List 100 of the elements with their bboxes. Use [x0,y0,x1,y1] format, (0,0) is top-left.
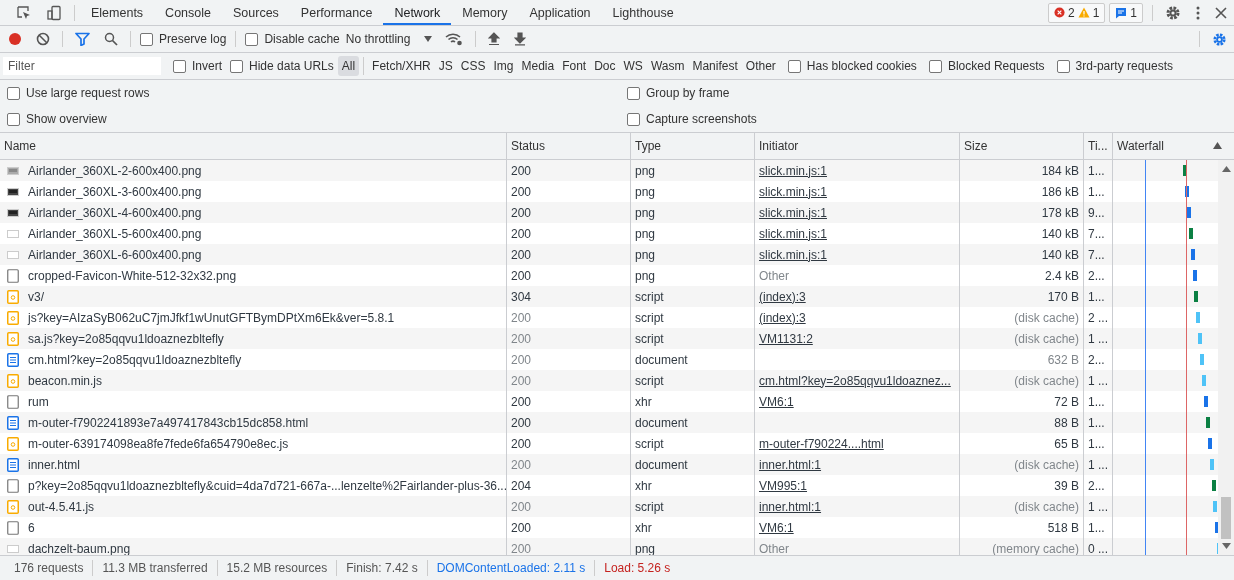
issues-counter[interactable]: 2 1 [1047,2,1106,23]
panel-tab[interactable]: Sources [222,0,290,25]
request-name[interactable]: rum [28,394,49,409]
type-filter-button[interactable]: WS [619,56,647,76]
initiator-link[interactable]: inner.html:1 [759,457,822,472]
initiator-link[interactable]: m-outer-f790224....html [759,436,884,451]
image-thumbnail-icon [7,166,19,175]
search-icon[interactable] [104,32,118,46]
type-filter-button[interactable]: Font [558,56,591,76]
type-filter-button[interactable]: Manifest [688,56,742,76]
request-name[interactable]: m-outer-f7902241893e7a497417843cb15dc858.html [28,415,309,430]
preserve-log-checkbox[interactable]: Preserve log [140,32,227,46]
request-name[interactable]: m-outer-639174098ea8fe7fede6fa654790e8ec.js [28,436,289,451]
request-name[interactable]: p?key=2o85qqvu1ldoaznezbltefly&cuid=4da7d721-667a-...lenzelte%2Fairlander-plus-36... [28,478,506,493]
download-icon[interactable] [514,32,527,46]
type-filter-button[interactable]: JS [434,56,457,76]
throttling-dropdown[interactable]: No throttling [343,32,439,46]
panel-tab[interactable]: Application [518,0,602,25]
script-file-icon [7,373,19,388]
request-name[interactable]: sa.js?key=2o85qqvu1ldoaznezbltefly [28,331,224,346]
filter-checkbox[interactable]: 3rd-party requests [1056,59,1173,73]
request-name[interactable]: v3/ [28,289,44,304]
waterfall-bar-icon [1213,501,1218,512]
request-name[interactable]: beacon.min.js [28,373,103,388]
messages-counter[interactable]: 1 [1109,2,1143,23]
upload-icon[interactable] [488,32,501,46]
status-cell: 200 [507,496,631,517]
device-toolbar-icon[interactable] [46,4,62,21]
request-name[interactable]: Airlander_360XL-4-600x400.png [28,205,202,220]
invert-checkbox[interactable]: Invert [173,59,222,73]
request-name[interactable]: js?key=AIzaSyB062uC7jmJfkf1wUnutGFTBymDPtXm6Ek&ver=5.8.1 [28,310,395,325]
disable-cache-checkbox[interactable]: Disable cache [245,32,340,46]
hide-data-urls-checkbox[interactable]: Hide data URLs [230,59,334,73]
type-filter-button[interactable]: Img [489,56,518,76]
panel-tab[interactable]: Console [154,0,222,25]
request-name[interactable]: Airlander_360XL-3-600x400.png [28,184,202,199]
column-header[interactable]: Size [960,133,1084,159]
more-options-icon[interactable] [1195,4,1201,21]
initiator-link[interactable]: (index):3 [759,310,806,325]
initiator-link[interactable]: VM6:1 [759,520,794,535]
initiator-link[interactable]: slick.min.js:1 [759,163,827,178]
initiator-link[interactable]: VM6:1 [759,394,794,409]
filter-icon[interactable] [75,32,90,46]
request-name[interactable]: cm.html?key=2o85qqvu1ldoaznezbltefly [28,352,242,367]
network-conditions-icon[interactable] [445,32,464,46]
request-name[interactable]: Airlander_360XL-6-600x400.png [28,247,202,262]
request-name[interactable]: Airlander_360XL-2-600x400.png [28,163,202,178]
scroll-down-icon[interactable] [1221,543,1231,549]
message-icon [1115,6,1128,19]
settings-icon[interactable] [1165,4,1181,21]
panel-tab[interactable]: Elements [80,0,155,25]
initiator-link[interactable]: slick.min.js:1 [759,205,827,220]
request-name[interactable]: out-4.5.41.js [28,499,95,514]
option-checkbox[interactable]: Capture screenshots [627,112,1230,126]
option-checkbox[interactable]: Show overview [7,112,619,126]
panel-tab[interactable]: Memory [451,0,519,25]
initiator-link[interactable]: slick.min.js:1 [759,226,827,241]
filter-checkbox[interactable]: Blocked Requests [928,59,1045,73]
initiator-link[interactable]: inner.html:1 [759,499,822,514]
error-count: 2 [1067,5,1075,20]
option-checkbox[interactable]: Group by frame [627,86,1230,100]
request-name[interactable]: cropped-Favicon-White-512-32x32.png [28,268,237,283]
option-checkbox[interactable]: Use large request rows [7,86,619,100]
scrollbar-thumb[interactable] [1221,497,1231,539]
initiator-link[interactable]: VM1131:2 [759,331,813,346]
request-name[interactable]: 6 [28,520,35,535]
column-header[interactable]: Ti... [1084,133,1113,159]
scroll-up-icon[interactable] [1221,166,1231,172]
initiator-link[interactable]: (index):3 [759,289,806,304]
script-file-icon [7,331,19,346]
type-filter-button[interactable]: Doc [590,56,620,76]
settings-icon[interactable] [1212,31,1227,47]
type-filter-button[interactable]: Media [517,56,559,76]
type-filter-button[interactable]: Fetch/XHR [368,56,435,76]
record-icon[interactable] [8,32,22,46]
type-filter-button[interactable]: Other [741,56,780,76]
filter-field[interactable]: Filter [3,57,161,75]
initiator-link[interactable]: slick.min.js:1 [759,247,827,262]
column-header[interactable]: Status [507,133,631,159]
request-name[interactable]: inner.html [28,457,81,472]
panel-tab[interactable]: Lighthouse [601,0,685,25]
scrollbar[interactable] [1218,160,1234,555]
close-icon[interactable] [1215,6,1227,19]
filter-checkbox[interactable]: Has blocked cookies [787,59,917,73]
type-filter-button[interactable]: CSS [456,56,490,76]
inspect-icon[interactable] [16,4,32,21]
column-header[interactable]: Name [0,133,507,159]
request-name[interactable]: Airlander_360XL-5-600x400.png [28,226,202,241]
column-header[interactable]: Waterfall [1113,133,1218,159]
column-header[interactable]: Initiator [755,133,960,159]
type-filter-button[interactable]: All [337,56,360,76]
initiator-link[interactable]: cm.html?key=2o85qqvu1ldoaznez... [759,373,951,388]
request-name[interactable]: dachzelt-baum.png [28,541,131,555]
initiator-link[interactable]: VM995:1 [759,478,808,493]
panel-tab[interactable]: Performance [289,0,384,25]
clear-icon[interactable] [36,32,50,46]
waterfall-bar-icon [1202,375,1206,386]
column-header[interactable]: Type [631,133,755,159]
type-filter-button[interactable]: Wasm [646,56,689,76]
initiator-link[interactable]: slick.min.js:1 [759,184,827,199]
